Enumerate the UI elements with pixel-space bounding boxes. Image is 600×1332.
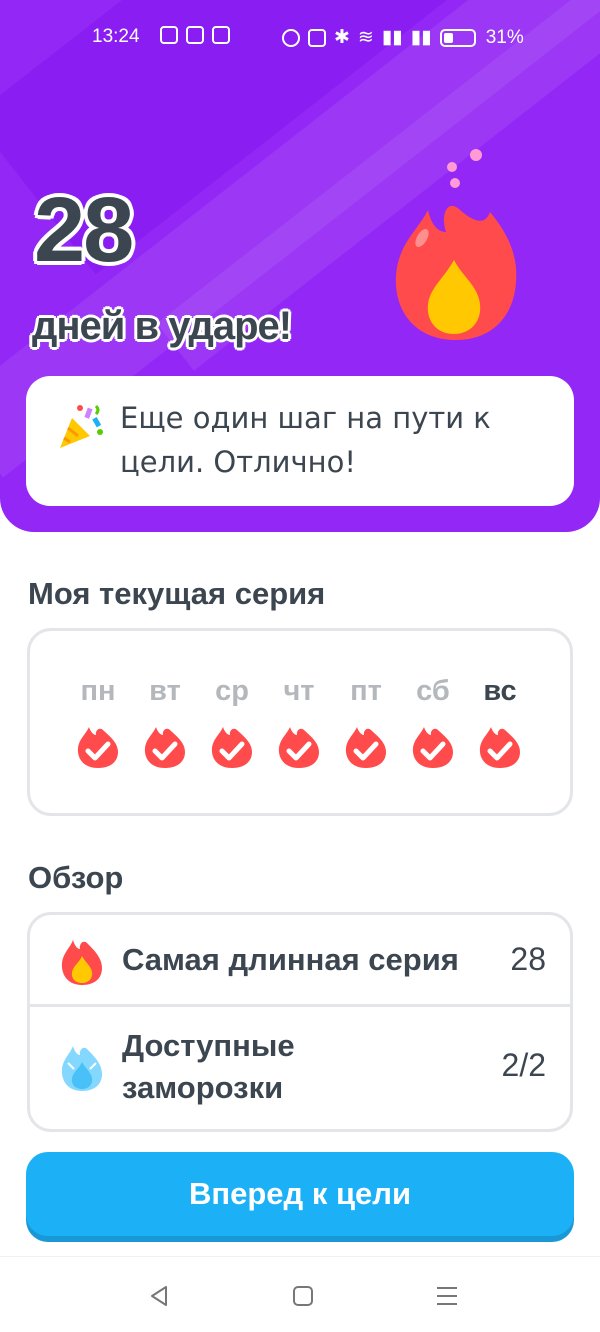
encouragement-text: Еще один шаг на пути к цели. Отлично! — [120, 401, 491, 479]
longest-streak-label: Самая длинная серия — [122, 942, 459, 977]
flame-check-icon — [278, 727, 319, 768]
party-popper-icon — [60, 404, 103, 448]
flame-check-icon — [412, 727, 453, 768]
week-streak-card: пн вт ср чт пт сб вс — [27, 628, 573, 816]
day-label: сб — [416, 675, 450, 707]
status-time: 13:24 — [92, 26, 140, 47]
notification-icons — [160, 26, 230, 44]
app-notification-icon — [160, 26, 178, 44]
day-column: пт — [342, 671, 390, 769]
gallery-notification-icon — [186, 26, 204, 44]
overview-card: Самая длинная серия 28 Доступные замороз… — [27, 912, 573, 1132]
day-column: сб — [409, 671, 457, 769]
system-icons: ✱ ≋ ▮▮ ▮▮ 31% — [282, 26, 524, 49]
battery-icon — [439, 28, 476, 47]
streak-label: дней в ударе! — [32, 304, 292, 348]
freezes-label: Доступные заморозки — [122, 1028, 295, 1105]
signal-roaming-icon: ▮▮ — [410, 27, 432, 48]
wifi-icon: ≋ — [357, 27, 374, 48]
day-column-today: вс — [476, 671, 524, 769]
day-column: чт — [275, 671, 323, 769]
week-days: пн вт ср чт пт сб вс — [74, 671, 524, 769]
sim-notification-icon — [212, 26, 230, 44]
day-label: пн — [80, 675, 116, 707]
fire-icon — [395, 149, 517, 340]
recents-menu-icon[interactable] — [432, 1281, 462, 1311]
current-streak-title: Моя текущая серия — [28, 576, 326, 611]
alarm-icon — [282, 28, 300, 47]
day-label-today: вс — [483, 675, 517, 707]
overview-title: Обзор — [28, 860, 124, 895]
battery-percent: 31% — [485, 26, 524, 48]
signal-icon: ▮▮ — [381, 27, 403, 48]
vibrate-icon — [308, 28, 326, 47]
day-label: пт — [350, 675, 382, 707]
freezes-row: Доступные заморозки 2/2 — [30, 1007, 570, 1129]
day-label: чт — [283, 675, 315, 707]
flame-check-icon — [144, 727, 185, 768]
continue-to-goal-button[interactable]: Вперед к цели — [26, 1152, 574, 1236]
day-column: вт — [141, 671, 189, 769]
day-column: ср — [208, 671, 256, 769]
flame-check-icon — [77, 727, 118, 768]
freezes-value: 2/2 — [501, 1047, 546, 1083]
flame-check-icon — [345, 727, 386, 768]
fire-icon — [61, 940, 102, 985]
status-bar: 13:24 ✱ ≋ ▮▮ ▮▮ 31% — [0, 18, 600, 58]
longest-streak-row: Самая длинная серия 28 — [30, 915, 570, 1007]
system-nav-bar — [0, 1256, 600, 1332]
streak-count: 28 — [34, 179, 134, 281]
flame-check-icon — [479, 727, 520, 768]
bluetooth-icon: ✱ — [334, 27, 350, 48]
day-label: ср — [215, 675, 249, 707]
day-label: вт — [149, 675, 181, 707]
day-column: пн — [74, 671, 122, 769]
back-icon[interactable] — [144, 1281, 174, 1311]
message-card: Еще один шаг на пути к цели. Отлично! — [26, 376, 574, 506]
streak-hero: 13:24 ✱ ≋ ▮▮ ▮▮ 31% 28 дней в ударе! Еще… — [0, 0, 600, 532]
longest-streak-value: 28 — [510, 941, 546, 977]
home-icon[interactable] — [288, 1281, 318, 1311]
flame-check-icon — [211, 727, 252, 768]
ice-flame-icon — [61, 1046, 102, 1091]
